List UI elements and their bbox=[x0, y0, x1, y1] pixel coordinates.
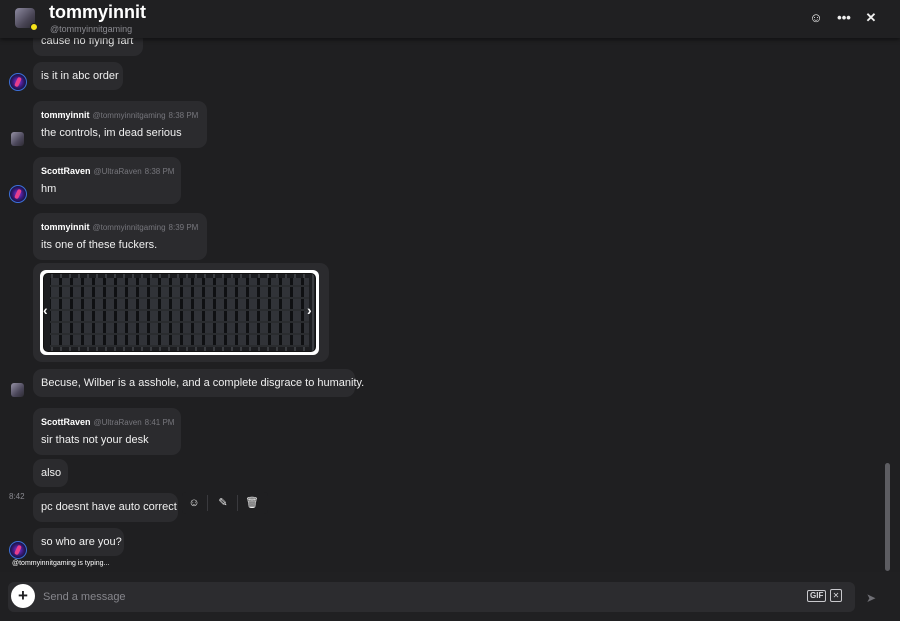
scrollbar-thumb[interactable] bbox=[885, 463, 890, 571]
chat-header: tommyinnit @tommyinnitgaming ☺ ••• ✕ bbox=[0, 0, 900, 38]
message-handle: @UltraRaven bbox=[93, 167, 142, 176]
message-text: sir thats not your desk bbox=[41, 434, 149, 446]
send-icon[interactable]: ➤ bbox=[866, 591, 880, 605]
more-icon[interactable]: ••• bbox=[836, 10, 852, 26]
header-title[interactable]: tommyinnit bbox=[49, 2, 146, 23]
scottraven-avatar[interactable] bbox=[9, 185, 27, 203]
message-meta: tommyinnit @tommyinnitgaming 8:39 PM bbox=[41, 219, 199, 235]
edit-icon[interactable]: ✎ bbox=[215, 495, 231, 511]
message-actions: ☺ ✎ 🗑 bbox=[182, 492, 268, 514]
message-bubble[interactable]: pc doesnt have auto correct bbox=[33, 493, 178, 522]
message-text: pc doesnt have auto correct bbox=[41, 501, 177, 513]
image-next-arrow-icon[interactable]: › bbox=[307, 302, 312, 318]
message-bubble[interactable]: tommyinnit @tommyinnitgaming 8:38 PM the c… bbox=[33, 101, 207, 148]
scottraven-avatar[interactable] bbox=[9, 73, 27, 91]
tommyinnit-avatar[interactable] bbox=[11, 132, 24, 146]
message-time: 8:38 PM bbox=[168, 111, 199, 120]
message-meta: ScottRaven @UltraRaven 8:41 PM bbox=[41, 414, 175, 430]
delete-icon[interactable]: 🗑 bbox=[244, 495, 260, 511]
message-bubble[interactable]: tommyinnit @tommyinnitgaming 8:39 PM its o… bbox=[33, 213, 207, 260]
close-icon[interactable]: ✕ bbox=[863, 10, 879, 26]
message-input[interactable] bbox=[43, 590, 743, 604]
message-bubble[interactable]: ScottRaven @UltraRaven 8:38 PM hm bbox=[33, 157, 181, 204]
message-handle: @tommyinnitgaming bbox=[92, 111, 166, 120]
gif-button[interactable]: GIF bbox=[807, 590, 827, 602]
message-bubble[interactable]: so who are you? bbox=[33, 528, 124, 556]
divider bbox=[237, 495, 238, 511]
message-text: also bbox=[41, 467, 62, 479]
message-meta: tommyinnit @tommyinnitgaming 8:38 PM bbox=[41, 107, 199, 123]
online-status-icon bbox=[30, 23, 38, 31]
keyboard-photo bbox=[43, 273, 316, 352]
image-prev-arrow-icon[interactable]: ‹ bbox=[43, 302, 48, 318]
message-author[interactable]: tommyinnit bbox=[41, 222, 90, 232]
scottraven-avatar[interactable] bbox=[9, 541, 27, 559]
attach-button[interactable]: + bbox=[11, 584, 35, 608]
message-time: 8:38 PM bbox=[144, 167, 175, 176]
message-text: hm bbox=[41, 183, 57, 195]
message-bubble[interactable]: also bbox=[33, 459, 68, 487]
message-author[interactable]: ScottRaven bbox=[41, 166, 91, 176]
message-list: cause no flying fart is it in abc order … bbox=[0, 0, 880, 567]
message-text: so who are you? bbox=[41, 536, 122, 548]
typing-indicator: @tommyinnitgaming is typing... bbox=[12, 560, 110, 567]
keyboard-keys bbox=[50, 278, 309, 347]
message-bubble[interactable]: Becuse, Wilber is a asshole, and a compl… bbox=[33, 369, 365, 397]
message-meta: ScottRaven @UltraRaven 8:38 PM bbox=[41, 163, 175, 179]
add-reaction-icon[interactable]: ☺ bbox=[186, 495, 202, 511]
add-friend-icon[interactable]: ☺ bbox=[808, 10, 824, 26]
message-author[interactable]: tommyinnit bbox=[41, 110, 90, 120]
sticker-button[interactable]: ✕ bbox=[830, 589, 842, 602]
message-time: 8:41 PM bbox=[144, 418, 175, 427]
message-handle: @tommyinnitgaming bbox=[92, 223, 166, 232]
message-text: the controls, im dead serious bbox=[41, 127, 182, 139]
message-bubble[interactable]: is it in abc order bbox=[33, 62, 123, 90]
message-text: is it in abc order bbox=[41, 70, 119, 82]
message-bubble[interactable]: ScottRaven @UltraRaven 8:41 PM sir thats n… bbox=[33, 408, 181, 455]
message-text: Becuse, Wilber is a asshole, and a compl… bbox=[41, 377, 365, 389]
keyboard-image[interactable]: ‹ › bbox=[40, 270, 319, 355]
divider bbox=[207, 495, 208, 511]
tommyinnit-avatar[interactable] bbox=[11, 383, 24, 397]
message-text: its one of these fuckers. bbox=[41, 239, 158, 251]
header-handle: @tommyinnitgaming bbox=[50, 24, 133, 34]
message-author[interactable]: ScottRaven bbox=[41, 417, 91, 427]
message-time: 8:39 PM bbox=[168, 223, 199, 232]
hover-timestamp: 8:42 bbox=[9, 492, 25, 501]
message-handle: @UltraRaven bbox=[93, 418, 142, 427]
